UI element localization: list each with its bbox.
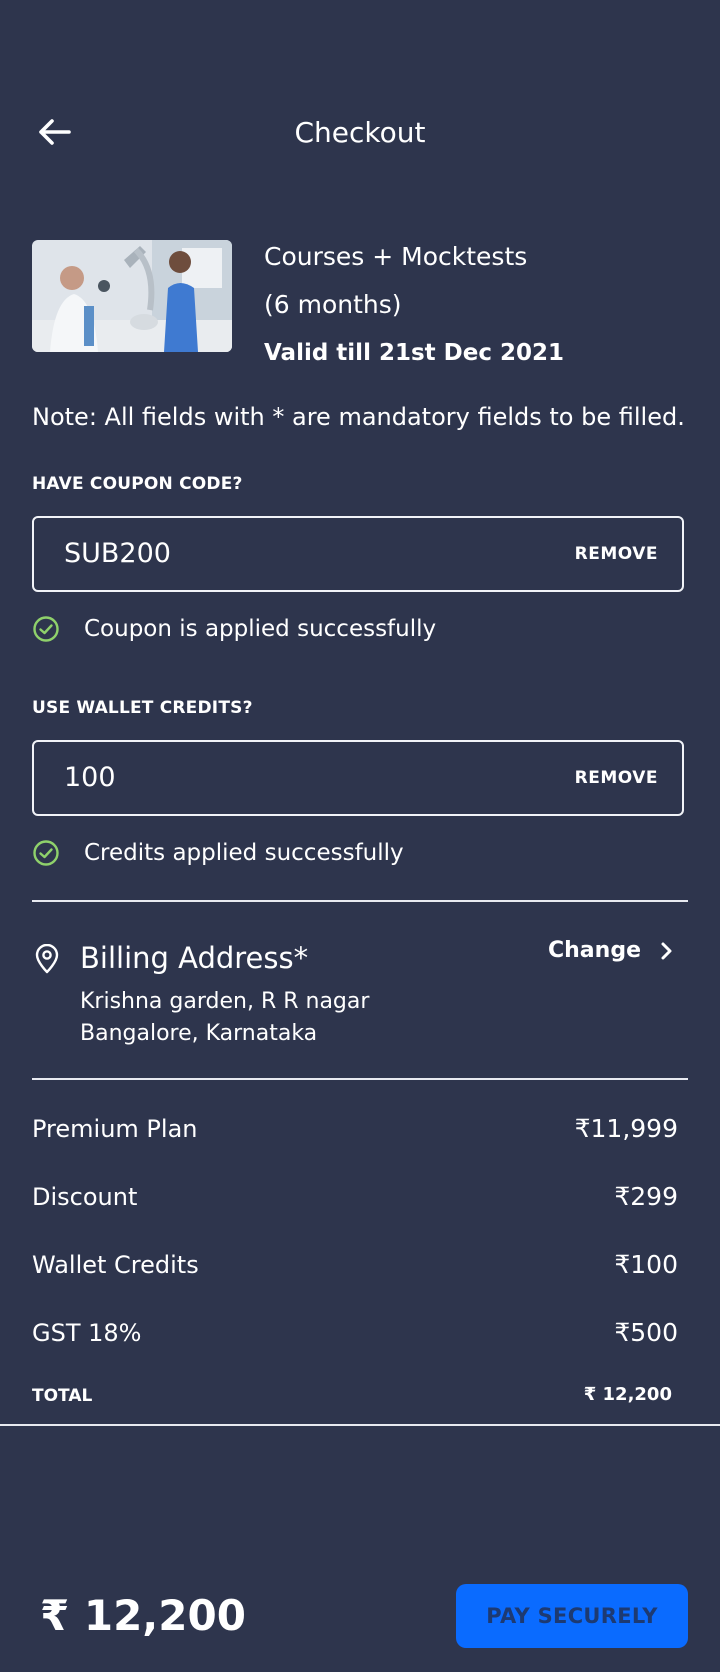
summary-divider (0, 1424, 720, 1426)
wallet-label: USE WALLET CREDITS? (32, 698, 253, 718)
wallet-field: REMOVE (32, 740, 684, 816)
billing-address-line1: Krishna garden, R R nagar (80, 989, 370, 1014)
summary-label-discount: Discount (32, 1183, 138, 1211)
product-name: Courses + Mocktests (264, 242, 528, 271)
summary-value-discount: ₹299 (614, 1182, 678, 1211)
check-circle-icon (33, 840, 59, 866)
product-duration: (6 months) (264, 290, 402, 319)
page-title: Checkout (294, 116, 426, 149)
coupon-label: HAVE COUPON CODE? (32, 474, 243, 494)
summary-value-gst: ₹500 (614, 1318, 678, 1347)
wallet-credits-input[interactable] (64, 742, 484, 814)
wallet-status-text: Credits applied successfully (84, 840, 404, 866)
product-validity: Valid till 21st Dec 2021 (264, 340, 564, 366)
change-label: Change (548, 938, 641, 963)
change-address-button[interactable]: Change (548, 938, 673, 963)
coupon-field: REMOVE (32, 516, 684, 592)
remove-wallet-button[interactable]: REMOVE (575, 742, 658, 814)
location-pin-icon (34, 943, 60, 978)
product-thumbnail (32, 240, 232, 352)
divider (32, 900, 688, 902)
billing-address-line2: Bangalore, Karnataka (80, 1021, 318, 1046)
footer-amount: ₹ 12,200 (40, 1591, 246, 1640)
wallet-status: Credits applied successfully (32, 838, 404, 868)
coupon-status-text: Coupon is applied successfully (84, 616, 437, 642)
summary-value-wallet-credits: ₹100 (614, 1250, 678, 1279)
chevron-right-icon (659, 941, 673, 961)
total-value: ₹ 12,200 (583, 1384, 672, 1405)
billing-address-title: Billing Address* (80, 941, 309, 975)
total-label: TOTAL (32, 1386, 93, 1406)
check-circle-icon (33, 616, 59, 642)
coupon-status: Coupon is applied successfully (32, 614, 436, 644)
divider (32, 1078, 688, 1080)
mandatory-note: Note: All fields with * are mandatory fi… (32, 403, 685, 431)
coupon-input[interactable] (64, 518, 484, 590)
summary-value-premium-plan: ₹11,999 (574, 1114, 678, 1143)
summary-label-gst: GST 18% (32, 1319, 142, 1347)
remove-coupon-button[interactable]: REMOVE (575, 518, 658, 590)
pay-securely-button[interactable]: PAY SECURELY (456, 1584, 688, 1648)
summary-label-wallet-credits: Wallet Credits (32, 1251, 199, 1279)
summary-label-premium-plan: Premium Plan (32, 1115, 198, 1143)
